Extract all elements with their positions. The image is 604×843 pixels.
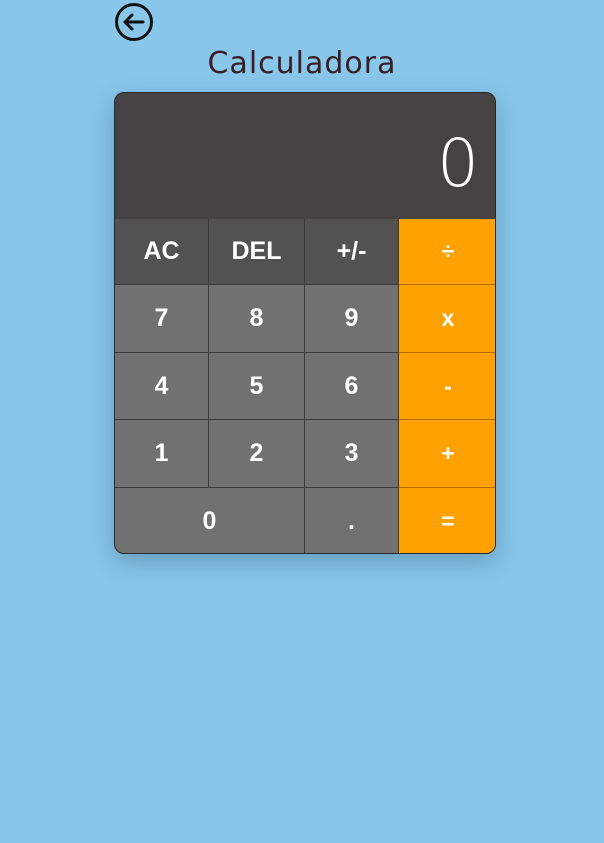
page-title: Calculadora [207, 46, 397, 82]
arrow-left-circle-icon [115, 3, 153, 41]
back-button[interactable] [114, 2, 154, 42]
add-button[interactable]: + [399, 420, 495, 488]
display-value: 0 [437, 125, 479, 202]
digit-7-button[interactable]: 7 [115, 285, 209, 353]
digit-3-button[interactable]: 3 [305, 420, 399, 488]
digit-2-button[interactable]: 2 [209, 420, 305, 488]
digit-5-button[interactable]: 5 [209, 353, 305, 420]
display: 0 [115, 93, 495, 219]
clear-button[interactable]: AC [115, 219, 209, 285]
delete-button[interactable]: DEL [209, 219, 305, 285]
equals-button[interactable]: = [399, 488, 495, 553]
toggle-sign-button[interactable]: +/- [305, 219, 399, 285]
digit-1-button[interactable]: 1 [115, 420, 209, 488]
decimal-button[interactable]: . [305, 488, 399, 553]
multiply-button[interactable]: x [399, 285, 495, 353]
keypad: AC DEL +/- ÷ 7 8 9 x 4 5 6 - 1 2 3 + 0 .… [115, 219, 495, 553]
digit-4-button[interactable]: 4 [115, 353, 209, 420]
digit-8-button[interactable]: 8 [209, 285, 305, 353]
divide-button[interactable]: ÷ [399, 219, 495, 285]
digit-9-button[interactable]: 9 [305, 285, 399, 353]
digit-0-button[interactable]: 0 [115, 488, 305, 553]
calculator: 0 AC DEL +/- ÷ 7 8 9 x 4 5 6 - 1 2 3 + 0… [114, 92, 496, 554]
digit-6-button[interactable]: 6 [305, 353, 399, 420]
subtract-button[interactable]: - [399, 353, 495, 420]
